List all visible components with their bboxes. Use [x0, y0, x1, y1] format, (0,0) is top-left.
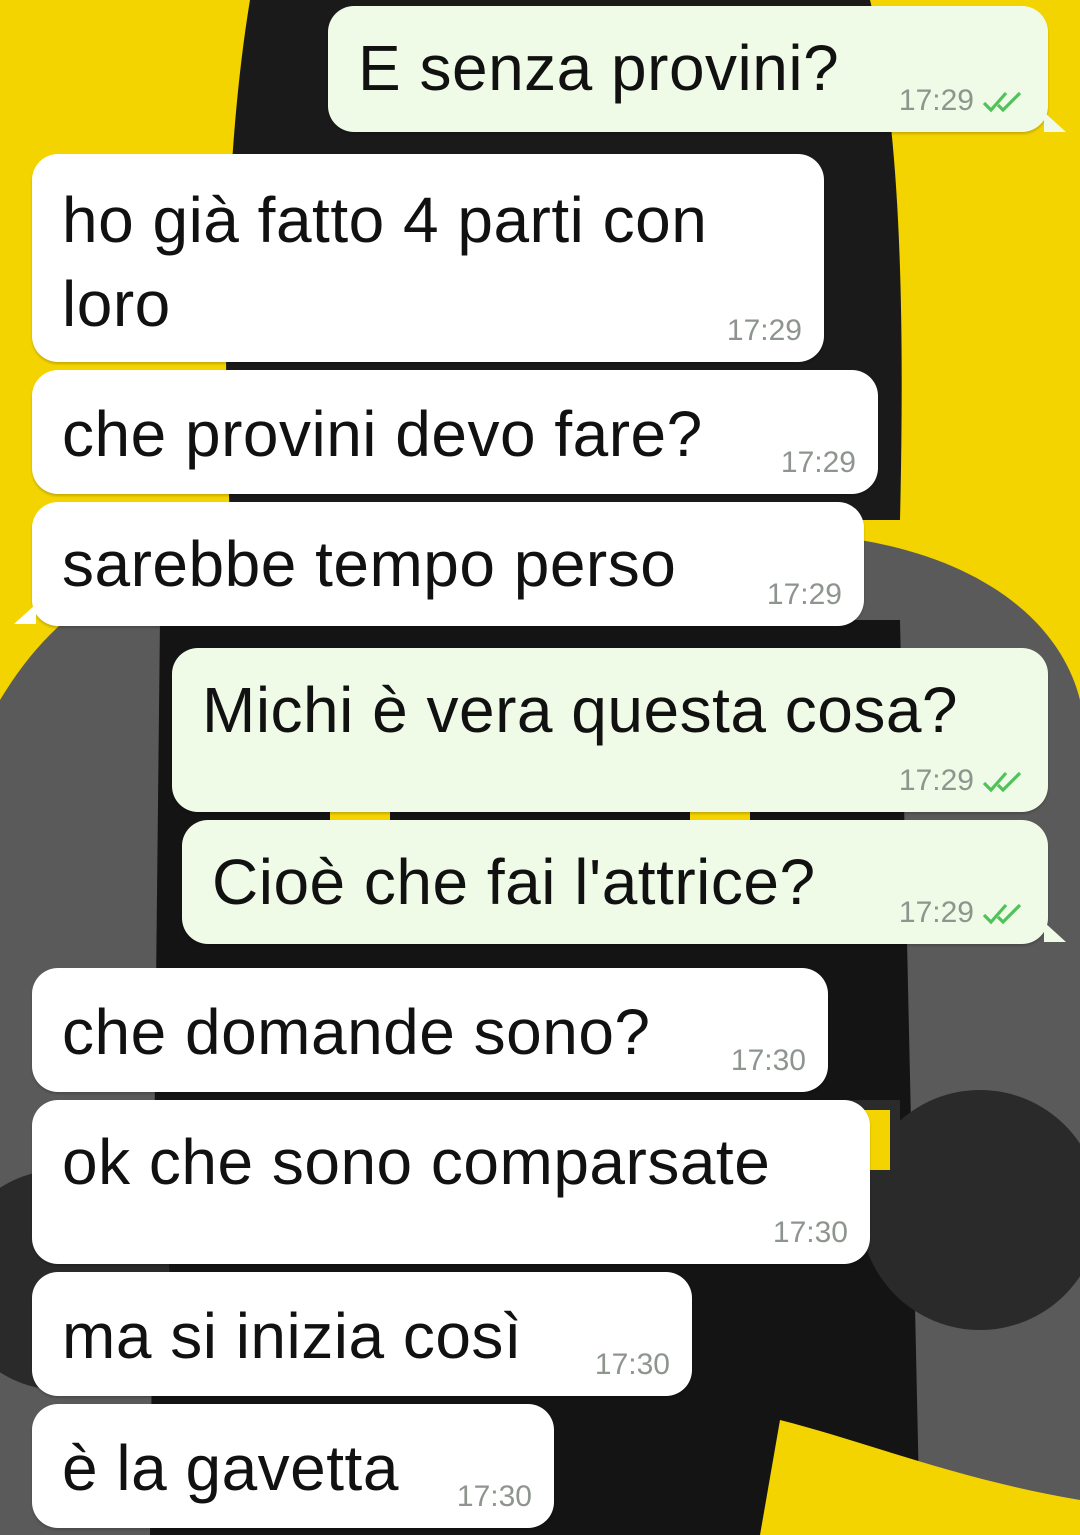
message-time: 17:30	[772, 1216, 848, 1249]
message-text: ma si inizia così	[62, 1300, 523, 1372]
double-check-icon	[982, 903, 1022, 925]
message-text: che domande sono?	[62, 996, 651, 1068]
message-meta: 17:30	[595, 1348, 670, 1382]
message-meta: 17:29	[781, 446, 856, 480]
message-bubble-incoming[interactable]: sarebbe tempo perso 17:29	[32, 502, 864, 626]
message-text: E senza provini?	[358, 32, 840, 104]
bubble-tail	[1044, 922, 1066, 942]
message-text: Michi è vera questa cosa?	[202, 674, 958, 746]
message-bubble-incoming[interactable]: che domande sono? 17:30	[32, 968, 828, 1092]
message-time: 17:30	[594, 1348, 670, 1381]
message-time: 17:29	[766, 578, 842, 611]
double-check-icon	[982, 91, 1022, 113]
message-time: 17:29	[898, 896, 974, 929]
bubble-tail	[14, 604, 36, 624]
message-time: 17:30	[730, 1044, 806, 1077]
message-bubble-outgoing[interactable]: Cioè che fai l'attrice? 17:29	[182, 820, 1048, 944]
message-text: è la gavetta	[62, 1432, 399, 1504]
message-text: ok che sono comparsate	[62, 1126, 771, 1198]
chat-message-list[interactable]: E senza provini? 17:29 ho già fatto 4 pa…	[0, 0, 1080, 1535]
message-time: 17:29	[780, 446, 856, 479]
message-text: ho già fatto 4 parti con loro	[62, 184, 708, 340]
message-text: che provini devo fare?	[62, 398, 703, 470]
message-meta: 17:30	[731, 1044, 806, 1078]
message-bubble-incoming[interactable]: ma si inizia così 17:30	[32, 1272, 692, 1396]
message-meta: 17:29	[767, 578, 842, 612]
message-text: Cioè che fai l'attrice?	[212, 846, 816, 918]
message-time: 17:29	[726, 314, 802, 347]
message-bubble-incoming[interactable]: che provini devo fare? 17:29	[32, 370, 878, 494]
message-time: 17:30	[456, 1480, 532, 1513]
message-meta: 17:30	[773, 1216, 848, 1250]
message-bubble-incoming[interactable]: ok che sono comparsate 17:30	[32, 1100, 870, 1264]
bubble-tail	[1044, 112, 1066, 132]
message-meta: 17:29	[727, 314, 802, 348]
message-bubble-outgoing[interactable]: E senza provini? 17:29	[328, 6, 1048, 132]
message-bubble-incoming[interactable]: è la gavetta 17:30	[32, 1404, 554, 1528]
message-time: 17:29	[898, 84, 974, 117]
message-meta: 17:29	[899, 896, 1028, 930]
message-time: 17:29	[898, 764, 974, 797]
double-check-icon	[982, 771, 1022, 793]
message-text: sarebbe tempo perso	[62, 528, 677, 600]
message-bubble-incoming[interactable]: ho già fatto 4 parti con loro 17:29	[32, 154, 824, 362]
message-meta: 17:30	[457, 1480, 532, 1514]
message-meta: 17:29	[899, 84, 1028, 118]
message-meta: 17:29	[899, 764, 1028, 798]
message-bubble-outgoing[interactable]: Michi è vera questa cosa? 17:29	[172, 648, 1048, 812]
